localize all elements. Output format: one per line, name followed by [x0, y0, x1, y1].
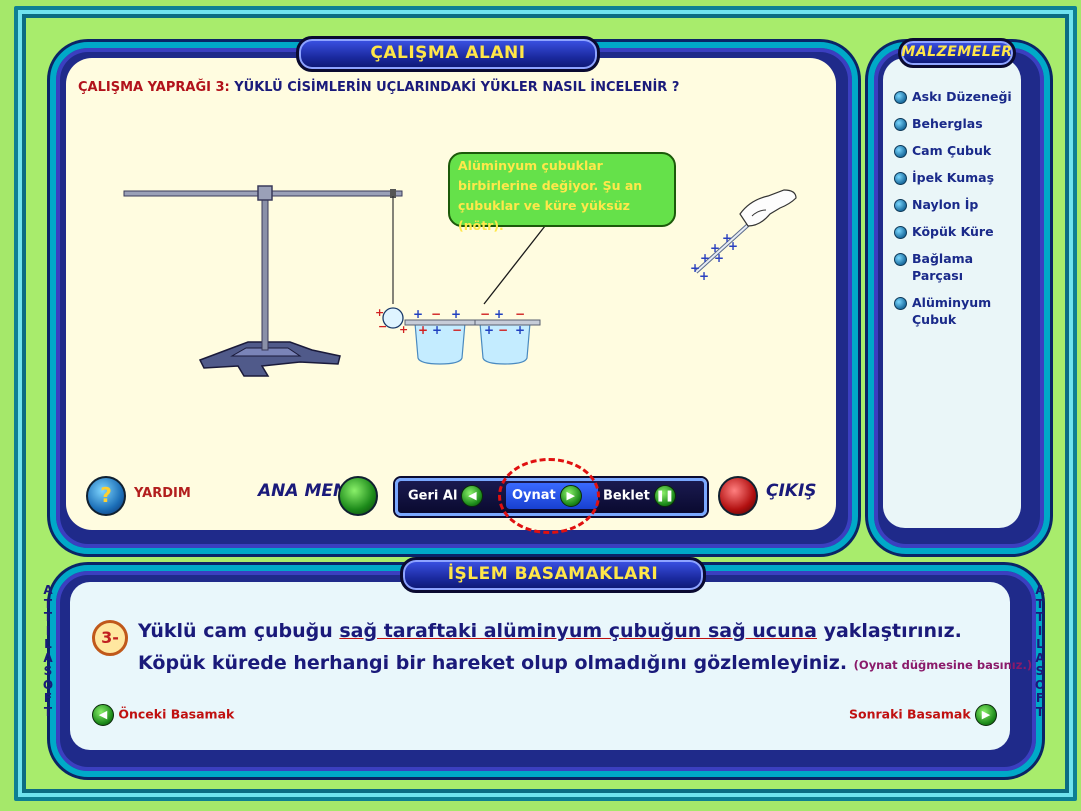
help-button[interactable]: ? [86, 476, 126, 516]
svg-text:+: + [728, 239, 738, 253]
stand-apparatus [123, 185, 403, 377]
pause-label: Beklet [603, 488, 650, 504]
svg-text:+: + [494, 307, 504, 321]
svg-text:+: + [484, 323, 494, 337]
step-instruction-line1: Yüklü cam çubuğu sağ taraftaki alüminyum… [138, 620, 962, 642]
svg-text:−: − [378, 320, 387, 333]
materials-list: Askı Düzeneği Beherglas Cam Çubuk İpek K… [890, 88, 1020, 338]
info-bubble: Alüminyum çubuklar birbirlerine değiyor.… [448, 152, 676, 233]
svg-text:+: + [432, 323, 442, 337]
material-label: İpek Kumaş [912, 170, 995, 185]
svg-text:+: + [700, 251, 710, 265]
material-label: Naylon İp [912, 197, 979, 212]
step-number-badge: 3- [92, 620, 128, 656]
play-highlight-ring [498, 458, 600, 534]
pause-icon: ❚❚ [653, 485, 676, 507]
material-item[interactable]: Askı Düzeneği [890, 88, 1020, 105]
exit-button[interactable] [718, 476, 758, 516]
svg-text:−: − [480, 307, 490, 321]
step-text: Köpük kürede herhangi bir hareket olup o… [138, 652, 848, 674]
material-label: Köpük Küre [912, 224, 994, 239]
material-label: Beherglas [912, 116, 983, 131]
brand-right: ATTILASOFT [1034, 583, 1046, 719]
main-menu-button[interactable] [338, 476, 378, 516]
previous-step-button[interactable]: ◀ Önceki Basamak [92, 704, 234, 726]
material-item[interactable]: Köpük Küre [890, 223, 1020, 240]
svg-text:−: − [498, 323, 508, 337]
material-item[interactable]: Bağlama Parçası [890, 250, 1020, 284]
next-step-button[interactable]: Sonraki Basamak ▶ [849, 704, 997, 726]
material-item[interactable]: Cam Çubuk [890, 142, 1020, 159]
svg-text:−: − [431, 307, 441, 321]
material-item[interactable]: İpek Kumaş [890, 169, 1020, 186]
pause-button[interactable]: Beklet ❚❚ [603, 485, 676, 508]
step-instruction-line2: Köpük kürede herhangi bir hareket olup o… [138, 652, 1032, 674]
step-text: yaklaştırınız. [816, 620, 962, 642]
previous-step-label: Önceki Basamak [118, 706, 235, 722]
svg-text:−: − [452, 323, 462, 337]
brand-left: ATTILASOFT [42, 583, 54, 719]
material-label: Alüminyum Çubuk [912, 295, 992, 327]
step-text-underlined: sağ taraftaki alüminyum çubuğun sağ ucun… [339, 620, 817, 642]
svg-text:+: + [699, 269, 709, 283]
undo-label: Geri Al [408, 488, 458, 504]
svg-text:−: − [515, 307, 525, 321]
bullet-icon [894, 145, 907, 158]
svg-text:+: + [515, 323, 525, 337]
bubble-pointer [483, 225, 546, 305]
material-label: Cam Çubuk [912, 143, 992, 158]
rewind-icon: ◀ [461, 485, 484, 507]
material-item[interactable]: Naylon İp [890, 196, 1020, 213]
svg-text:+: + [451, 307, 461, 321]
forward-arrow-icon: ▶ [975, 704, 997, 726]
undo-button[interactable]: Geri Al ◀ [408, 485, 484, 508]
step-text: Yüklü cam çubuğu [138, 620, 340, 642]
svg-text:+: + [413, 307, 423, 321]
step-note: (Oynat düğmesine basınız.) [853, 658, 1033, 672]
bullet-icon [894, 172, 907, 185]
help-icon: ? [100, 483, 112, 507]
material-item[interactable]: Alüminyum Çubuk [890, 294, 1020, 328]
bullet-icon [894, 91, 907, 104]
bullet-icon [894, 226, 907, 239]
next-step-label: Sonraki Basamak [848, 706, 971, 722]
bullet-icon [894, 199, 907, 212]
exit-label[interactable]: ÇIKIŞ [766, 481, 817, 501]
svg-text:+: + [375, 306, 384, 319]
svg-text:+: + [418, 323, 428, 337]
help-label[interactable]: YARDIM [134, 486, 191, 501]
svg-text:+: + [714, 251, 724, 265]
glass-rod-hand: ++++ +++ [690, 189, 797, 283]
material-label: Askı Düzeneği [912, 89, 1012, 104]
bullet-icon [894, 297, 907, 310]
material-item[interactable]: Beherglas [890, 115, 1020, 132]
bullet-icon [894, 253, 907, 266]
back-arrow-icon: ◀ [92, 704, 114, 726]
foam-ball: + − + [375, 306, 408, 336]
bullet-icon [894, 118, 907, 131]
material-label: Bağlama Parçası [912, 251, 974, 283]
